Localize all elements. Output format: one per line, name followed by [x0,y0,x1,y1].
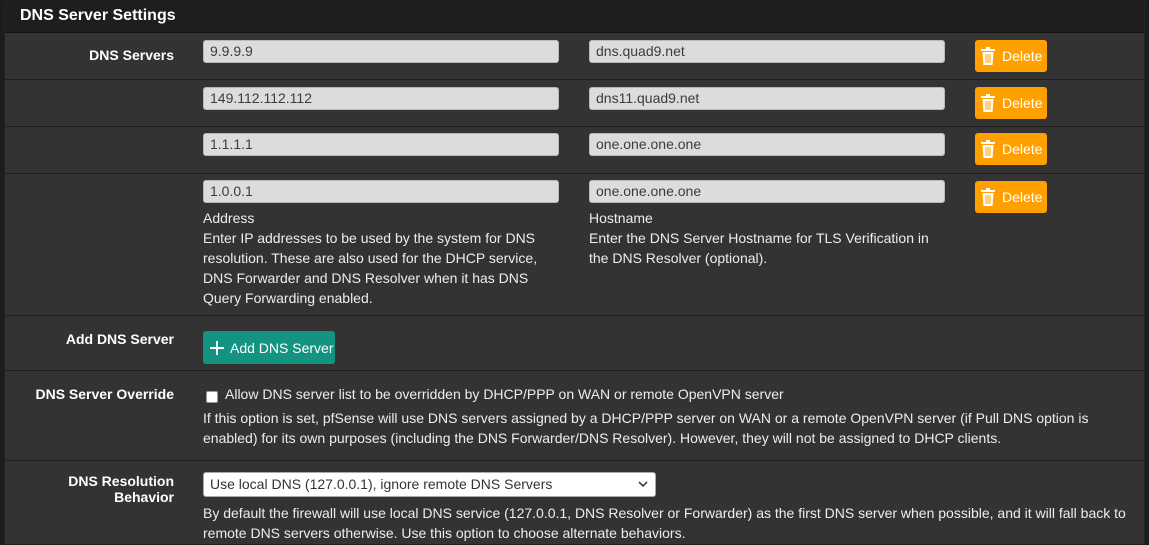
delete-button-label: Delete [1002,189,1043,205]
help-line: resolution. These are also used for the … [203,250,538,266]
delete-button-4[interactable]: Delete [975,181,1047,213]
dns-address-input-4[interactable]: 1.0.0.1 [203,180,559,203]
dns-resolution-selected: Use local DNS (127.0.0.1), ignore remote… [210,476,553,492]
dns-server-override-label: DNS Server Override [35,386,174,402]
trash-icon [981,47,995,65]
dns-hostname-input-2[interactable]: dns11.quad9.net [589,87,945,110]
delete-button-1[interactable]: Delete [975,40,1047,72]
add-dns-server-label: Add DNS Server [65,331,174,347]
dns-server-row: DNS Servers 9.9.9.9 dns.quad9.net Delete [5,33,1144,80]
dns-address-input-2[interactable]: 149.112.112.112 [203,87,559,110]
help-line: enabled) for its own purposes (including… [203,430,1002,446]
help-line: Enter the DNS Server Hostname for TLS Ve… [589,230,929,246]
delete-button-label: Delete [1002,141,1043,157]
help-line: Enter IP addresses to be used by the sys… [203,230,536,246]
trash-icon [981,94,995,112]
address-help-title: Address [203,210,255,226]
dns-hostname-input-1[interactable]: dns.quad9.net [589,40,945,63]
help-line: Query Forwarding enabled. [203,290,373,306]
trash-icon [981,188,995,206]
help-line: DNS Forwarder and DNS Resolver when it h… [203,270,529,286]
trash-icon [981,140,995,158]
dns-address-input-3[interactable]: 1.1.1.1 [203,133,559,156]
dns-hostname-input-4[interactable]: one.one.one.one [589,180,945,203]
add-dns-server-row: Add DNS Server Add DNS Server [5,316,1144,371]
resolution-help: By default the firewall will use local D… [203,503,1138,543]
panel-title: DNS Server Settings [5,1,1144,33]
help-line: remote DNS servers otherwise. Use this o… [203,525,686,541]
override-help: If this option is set, pfSense will use … [203,408,1138,448]
dns-server-row: 149.112.112.112 dns11.quad9.net Delete [5,80,1144,127]
add-dns-server-button-label: Add DNS Server [230,339,334,356]
chevron-down-icon [638,481,648,488]
dns-server-settings-panel: DNS Server Settings DNS Servers 9.9.9.9 … [4,0,1145,545]
hostname-help-title: Hostname [589,210,653,226]
dns-server-row: 1.0.0.1 one.one.one.one Delete Address E… [5,174,1144,316]
dns-resolution-behavior-label: DNS Resolution Behavior [68,473,174,505]
delete-button-label: Delete [1002,95,1043,111]
override-checkbox-label[interactable]: Allow DNS server list to be overridden b… [225,384,784,404]
help-line: By default the firewall will use local D… [203,505,1126,521]
help-line: the DNS Resolver (optional). [589,250,768,266]
address-help: Address Enter IP addresses to be used by… [203,208,573,308]
dns-servers-label: DNS Servers [89,47,174,63]
dns-resolution-behavior-row: DNS Resolution Behavior Use local DNS (1… [5,461,1144,544]
delete-button-label: Delete [1002,48,1043,64]
dns-hostname-input-3[interactable]: one.one.one.one [589,133,945,156]
delete-button-3[interactable]: Delete [975,133,1047,165]
dns-address-input-1[interactable]: 9.9.9.9 [203,40,559,63]
override-checkbox[interactable] [206,391,218,403]
help-line: If this option is set, pfSense will use … [203,410,1089,426]
hostname-help: Hostname Enter the DNS Server Hostname f… [589,208,959,268]
dns-resolution-select[interactable]: Use local DNS (127.0.0.1), ignore remote… [203,472,656,497]
delete-button-2[interactable]: Delete [975,87,1047,119]
dns-server-override-row: DNS Server Override Allow DNS server lis… [5,371,1144,461]
plus-icon [210,340,224,355]
dns-server-row: 1.1.1.1 one.one.one.one Delete [5,127,1144,174]
add-dns-server-button[interactable]: Add DNS Server [203,331,335,364]
